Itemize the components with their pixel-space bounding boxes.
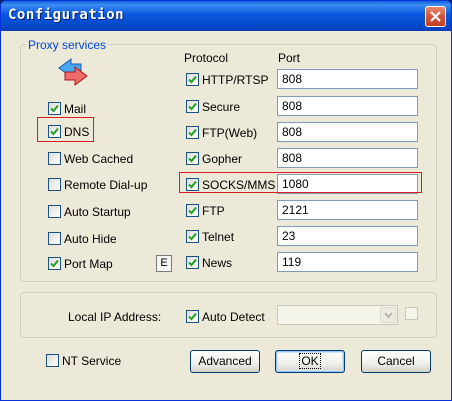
remote-dial-up-label: Remote Dial-up <box>64 178 148 192</box>
port-map-edit-button[interactable]: E <box>156 255 172 272</box>
gopher-checkbox[interactable] <box>186 152 199 165</box>
ftp-web-port-input[interactable]: 808 <box>277 122 418 142</box>
check-icon <box>188 102 197 111</box>
gopher-label: Gopher <box>202 152 243 166</box>
auto-detect-label: Auto Detect <box>202 310 265 324</box>
port-map-label: Port Map <box>64 257 113 271</box>
remote-dial-up-checkbox[interactable] <box>48 178 61 191</box>
cancel-button[interactable]: Cancel <box>361 350 431 373</box>
check-icon <box>188 128 197 137</box>
http-rtsp-checkbox[interactable] <box>186 73 199 86</box>
close-icon <box>430 11 441 22</box>
auto-hide-label: Auto Hide <box>64 232 117 246</box>
chevron-down-icon <box>384 312 393 319</box>
close-button[interactable] <box>425 6 446 27</box>
ok-button-label: OK <box>299 353 321 369</box>
news-label: News <box>202 256 233 270</box>
advanced-button[interactable]: Advanced <box>190 350 260 373</box>
port-map-checkbox[interactable] <box>48 257 61 270</box>
ftp-checkbox[interactable] <box>186 204 199 217</box>
local-ip-label: Local IP Address: <box>68 310 162 324</box>
auto-detect-checkbox[interactable] <box>186 310 199 323</box>
ftp-label: FTP <box>202 204 225 218</box>
secure-label: Secure <box>202 100 241 114</box>
configuration-window: Configuration Proxy services Mail DNS Web … <box>0 0 452 401</box>
auto-hide-checkbox[interactable] <box>48 232 61 245</box>
mail-checkbox[interactable] <box>48 102 61 115</box>
secure-port-input[interactable]: 808 <box>277 96 418 116</box>
dns-highlight-box <box>37 117 94 142</box>
http-rtsp-port-input[interactable]: 808 <box>277 69 418 89</box>
gopher-port-input[interactable]: 808 <box>277 148 418 168</box>
auto-startup-label: Auto Startup <box>64 205 131 219</box>
nt-service-label: NT Service <box>62 354 122 368</box>
check-icon <box>188 312 197 321</box>
ok-button[interactable]: OK <box>275 350 345 373</box>
local-ip-option-checkbox[interactable] <box>405 307 418 320</box>
secure-checkbox[interactable] <box>186 100 199 113</box>
nt-service-checkbox[interactable] <box>46 354 59 367</box>
auto-startup-checkbox[interactable] <box>48 205 61 218</box>
proxy-services-legend: Proxy services <box>26 38 109 52</box>
arrows-icon <box>58 58 88 86</box>
local-ip-dropdown-button[interactable] <box>380 307 396 323</box>
telnet-checkbox[interactable] <box>186 230 199 243</box>
check-icon <box>188 258 197 267</box>
http-rtsp-label: HTTP/RTSP <box>202 73 269 87</box>
window-title: Configuration <box>8 7 125 23</box>
check-icon <box>188 75 197 84</box>
ftp-web-checkbox[interactable] <box>186 126 199 139</box>
check-icon <box>188 206 197 215</box>
protocol-header: Protocol <box>184 51 229 65</box>
check-icon <box>50 259 59 268</box>
web-cached-checkbox[interactable] <box>48 152 61 165</box>
socks-highlight-box <box>179 172 422 193</box>
ftp-web-label: FTP(Web) <box>202 126 258 140</box>
telnet-label: Telnet <box>202 230 235 244</box>
telnet-port-input[interactable]: 23 <box>277 226 418 246</box>
news-port-input[interactable]: 119 <box>277 252 418 272</box>
port-header: Port <box>278 51 301 65</box>
mail-label: Mail <box>64 102 87 116</box>
local-ip-select[interactable] <box>277 305 398 325</box>
web-cached-label: Web Cached <box>64 152 134 166</box>
check-icon <box>50 104 59 113</box>
check-icon <box>188 232 197 241</box>
title-bar[interactable]: Configuration <box>1 1 451 31</box>
news-checkbox[interactable] <box>186 256 199 269</box>
check-icon <box>188 154 197 163</box>
ftp-port-input[interactable]: 2121 <box>277 200 418 220</box>
cancel-button-label: Cancel <box>377 354 415 368</box>
advanced-button-label: Advanced <box>198 354 252 368</box>
